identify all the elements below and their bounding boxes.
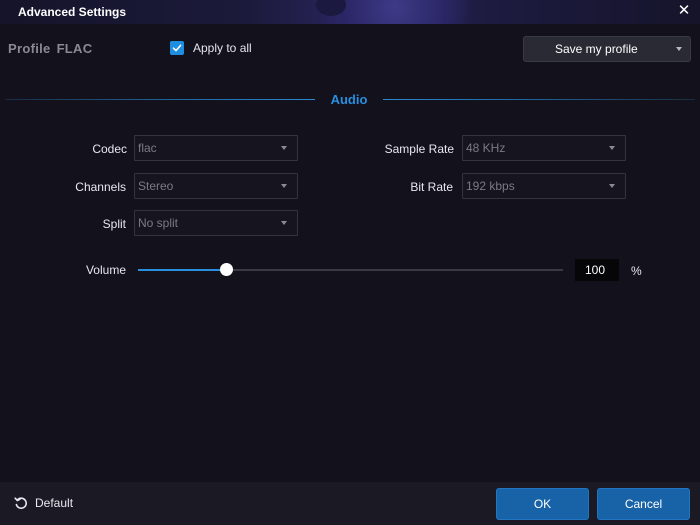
sample-rate-value: 48 KHz xyxy=(466,141,506,155)
volume-unit: % xyxy=(631,264,642,278)
window-title: Advanced Settings xyxy=(18,5,127,19)
apply-to-all-checkbox[interactable]: Apply to all xyxy=(170,41,252,55)
section-divider-right xyxy=(383,99,695,100)
default-label: Default xyxy=(35,496,74,510)
sample-rate-select[interactable]: 48 KHz xyxy=(462,135,626,161)
chevron-down-icon xyxy=(609,146,615,150)
profile-name: Profile FLAC xyxy=(8,41,92,56)
bit-rate-select[interactable]: 192 kbps xyxy=(462,173,626,199)
volume-label: Volume xyxy=(85,263,126,277)
channels-label: Channels xyxy=(75,180,126,194)
bit-rate-value: 192 kbps xyxy=(466,179,515,193)
volume-input[interactable]: 100 xyxy=(575,259,619,281)
split-label: Split xyxy=(102,217,126,231)
channels-value: Stereo xyxy=(138,179,174,193)
chevron-down-icon xyxy=(281,221,287,225)
split-value: No split xyxy=(138,216,179,230)
ok-button[interactable]: OK xyxy=(496,488,589,520)
split-select[interactable]: No split xyxy=(134,210,298,236)
volume-slider-thumb[interactable] xyxy=(220,263,233,276)
sample-rate-label: Sample Rate xyxy=(384,142,454,156)
audio-section-title: Audio xyxy=(330,92,368,107)
chevron-down-icon xyxy=(676,47,682,51)
save-my-profile-label: Save my profile xyxy=(555,42,638,56)
volume-slider-fill xyxy=(138,269,227,271)
reset-icon xyxy=(14,497,27,509)
chevron-down-icon xyxy=(281,184,287,188)
checkbox-checked-icon[interactable] xyxy=(170,41,184,55)
codec-value: flac xyxy=(138,141,157,155)
apply-to-all-label: Apply to all xyxy=(193,41,252,55)
channels-select[interactable]: Stereo xyxy=(134,173,298,199)
default-button[interactable]: Default xyxy=(14,496,73,510)
save-my-profile-dropdown[interactable]: Save my profile xyxy=(523,36,691,62)
codec-label: Codec xyxy=(92,142,127,156)
chevron-down-icon xyxy=(609,184,615,188)
cancel-button[interactable]: Cancel xyxy=(597,488,690,520)
profile-label: Profile xyxy=(8,41,51,56)
title-bar: Advanced Settings ✕ xyxy=(0,0,700,24)
codec-select[interactable]: flac xyxy=(134,135,298,161)
profile-value: FLAC xyxy=(56,41,93,56)
footer-bar: Default OK Cancel xyxy=(0,482,700,525)
close-icon[interactable]: ✕ xyxy=(676,3,692,19)
bit-rate-label: Bit Rate xyxy=(410,180,453,194)
volume-slider-track[interactable] xyxy=(138,263,563,276)
section-divider-left xyxy=(5,99,315,100)
chevron-down-icon xyxy=(281,146,287,150)
